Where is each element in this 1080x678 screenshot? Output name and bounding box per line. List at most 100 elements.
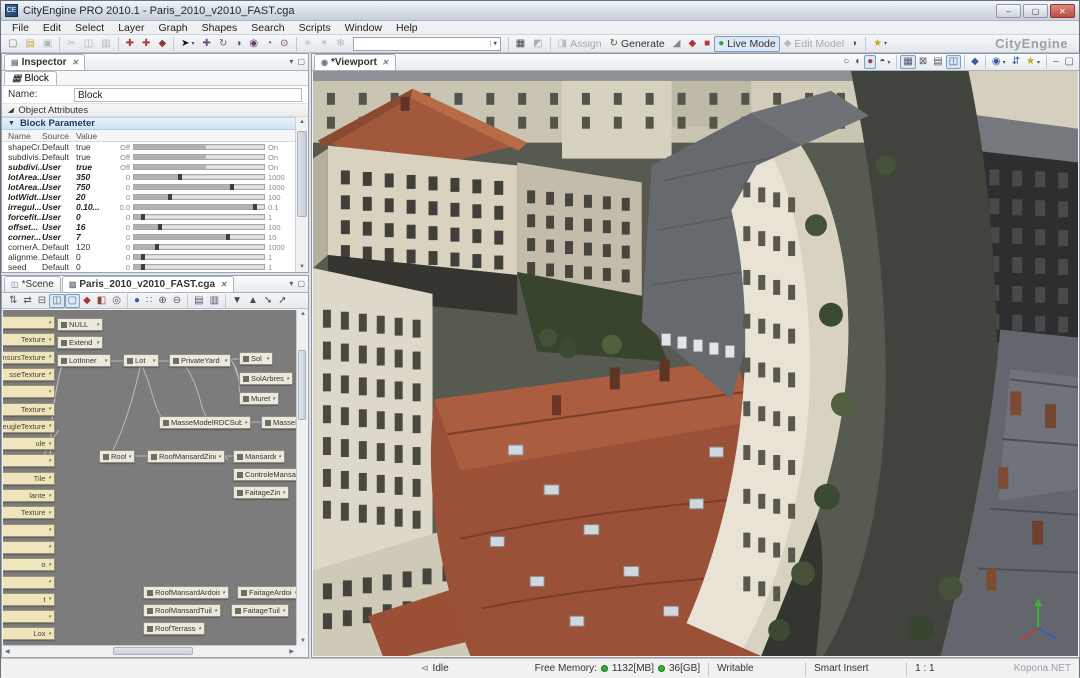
expand-all-icon[interactable]: ▲	[245, 294, 261, 308]
viewport-3d-canvas[interactable]	[313, 71, 1078, 656]
menu-help[interactable]: Help	[389, 22, 425, 34]
chevron-down-icon[interactable]: ▾	[48, 441, 51, 447]
graph-layout-vertical-icon[interactable]: ⇅	[6, 294, 20, 308]
graph-select-icon[interactable]: ●	[131, 294, 143, 308]
texture-node[interactable]: ▾	[3, 385, 55, 398]
layers-icon[interactable]: ▦	[512, 36, 529, 52]
axes-toggle-icon[interactable]: ⊠	[916, 55, 930, 69]
rule-node-roof[interactable]: Roof▾	[99, 450, 135, 463]
slider-track[interactable]	[133, 224, 265, 230]
chevron-down-icon[interactable]: ▾	[490, 40, 500, 47]
param-value[interactable]: 0	[76, 252, 110, 262]
graph-layout-horizontal-icon[interactable]: ⇄	[20, 294, 34, 308]
chevron-down-icon[interactable]: ▾	[48, 614, 51, 620]
param-slider[interactable]: 01	[110, 213, 308, 222]
texture-node[interactable]: sseTexture▾	[3, 368, 55, 381]
chevron-down-icon[interactable]: ▾	[48, 406, 51, 412]
chevron-down-icon[interactable]: ▾	[244, 420, 247, 426]
rule-node-roofmansardtuile[interactable]: RoofMansardTuile▾	[143, 604, 221, 617]
rule-node-massemodelrdcsub[interactable]: MasseModelRDCSub▾	[159, 416, 251, 429]
graph-edit-icon[interactable]: ◆	[80, 294, 94, 308]
chevron-down-icon[interactable]: ▾	[218, 454, 221, 460]
close-icon[interactable]: ✕	[220, 280, 227, 289]
param-row[interactable]: lotArea...User35001000	[2, 172, 308, 182]
close-icon[interactable]: ✕	[72, 58, 79, 67]
menu-graph[interactable]: Graph	[151, 22, 194, 34]
orbit-tool-icon[interactable]: ◉	[245, 36, 262, 52]
texture-node[interactable]: Texture▾	[3, 506, 55, 519]
graph-frame-icon[interactable]: ▢	[65, 294, 80, 308]
texture-node[interactable]: ▾	[3, 316, 55, 329]
texture-node[interactable]: ▾	[3, 454, 55, 467]
rule-node-privateyard[interactable]: PrivateYard▾	[169, 354, 231, 367]
open-folder-icon[interactable]: ▤	[21, 36, 38, 52]
chevron-down-icon[interactable]: ▾	[48, 354, 51, 360]
menu-edit[interactable]: Edit	[36, 22, 68, 34]
texture-node[interactable]: t▾	[3, 593, 55, 606]
chevron-down-icon[interactable]: ▾	[48, 527, 51, 533]
panel-minimize-icon[interactable]: –	[1050, 55, 1062, 69]
texture-node[interactable]: lante▾	[3, 489, 55, 502]
param-row[interactable]: seedDefault001	[2, 262, 308, 272]
texture-node[interactable]: ▾	[3, 524, 55, 537]
param-value[interactable]: 0.10...	[76, 202, 110, 212]
chevron-down-icon[interactable]: ▾	[272, 396, 275, 402]
panel-maximize-icon[interactable]: ▢	[1062, 55, 1077, 69]
texture-node[interactable]: Tile▾	[3, 472, 55, 485]
param-row[interactable]: lotWidt...User200100	[2, 192, 308, 202]
menu-search[interactable]: Search	[244, 22, 291, 34]
param-slider[interactable]: 010	[110, 233, 308, 242]
new-icon[interactable]: ▢	[4, 36, 21, 52]
menu-layer[interactable]: Layer	[111, 22, 151, 34]
graph-list-icon[interactable]: ▤	[191, 294, 206, 308]
param-slider[interactable]: OffOn	[110, 153, 308, 162]
bookmark-view-icon[interactable]: ⇵	[1009, 55, 1023, 69]
param-row[interactable]: offset...User160100	[2, 222, 308, 232]
param-row[interactable]: cornerA...Default12001000	[2, 242, 308, 252]
param-row[interactable]: irregul...User0.10...0.00.1	[2, 202, 308, 212]
slider-track[interactable]	[133, 234, 265, 240]
chevron-down-icon[interactable]: ▾	[48, 423, 51, 429]
rule-node-sol[interactable]: Sol▾	[239, 352, 273, 365]
collapse-all-icon[interactable]: ▼	[229, 294, 245, 308]
param-slider[interactable]: 01000	[110, 183, 308, 192]
param-slider[interactable]: OffOn	[110, 143, 308, 152]
shading-textured-icon[interactable]: ●	[864, 55, 876, 69]
close-button[interactable]: ✕	[1050, 4, 1075, 18]
add-shape-icon[interactable]: ◆	[154, 36, 170, 52]
texture-node[interactable]: ▾	[3, 576, 55, 589]
rule-node-massemodelrdc[interactable]: MasseModelRDC▾	[261, 416, 296, 429]
chevron-down-icon[interactable]: ▾	[224, 358, 227, 364]
tab-cga-file[interactable]: ▧ Paris_2010_v2010_FAST.cga ✕	[62, 276, 234, 292]
rule-node-muret[interactable]: Muret▾	[239, 392, 279, 405]
inspector-scrollbar[interactable]: ▲ ▼	[295, 117, 308, 272]
rule-node-solarbres[interactable]: SolArbres▾	[239, 372, 293, 385]
param-row[interactable]: shapeCr...DefaulttrueOffOn	[2, 142, 308, 152]
menu-shapes[interactable]: Shapes	[195, 22, 245, 34]
bookmark-camera-icon[interactable]: ◉▾	[989, 55, 1009, 69]
param-value[interactable]: 0	[76, 212, 110, 222]
maximize-button[interactable]: ▢	[1023, 4, 1048, 18]
texture-node[interactable]: Lox▾	[3, 627, 55, 640]
gen-opt2-icon[interactable]: ◆	[684, 36, 700, 52]
chevron-down-icon[interactable]: ▾	[152, 358, 155, 364]
rule-node-null[interactable]: NULL▾	[57, 318, 103, 331]
minimize-button[interactable]: –	[996, 4, 1021, 18]
param-slider[interactable]: 0.00.1	[110, 203, 308, 212]
move-tool-icon[interactable]: ✚	[199, 36, 215, 52]
zoom-out-icon[interactable]: ⊖	[170, 294, 184, 308]
rule-node-mansarde[interactable]: Mansarde▾	[233, 450, 285, 463]
chevron-down-icon[interactable]: ▾	[96, 340, 99, 346]
param-row[interactable]: subdivis...DefaulttrueOffOn	[2, 152, 308, 162]
name-field[interactable]: Block	[74, 88, 302, 102]
graph-group-icon[interactable]: ▥	[207, 294, 222, 308]
param-value[interactable]: 350	[76, 172, 110, 182]
param-row[interactable]: alignme...Default001	[2, 252, 308, 262]
texture-node[interactable]: AveugleTexture▾	[3, 420, 55, 433]
texture-node[interactable]: Texture▾	[3, 403, 55, 416]
graph-flow1-icon[interactable]: ➘	[261, 294, 275, 308]
chevron-down-icon[interactable]: ▾	[48, 320, 51, 326]
param-slider[interactable]: OffOn	[110, 163, 308, 172]
chevron-down-icon[interactable]: ▾	[48, 389, 51, 395]
param-value[interactable]: 750	[76, 182, 110, 192]
